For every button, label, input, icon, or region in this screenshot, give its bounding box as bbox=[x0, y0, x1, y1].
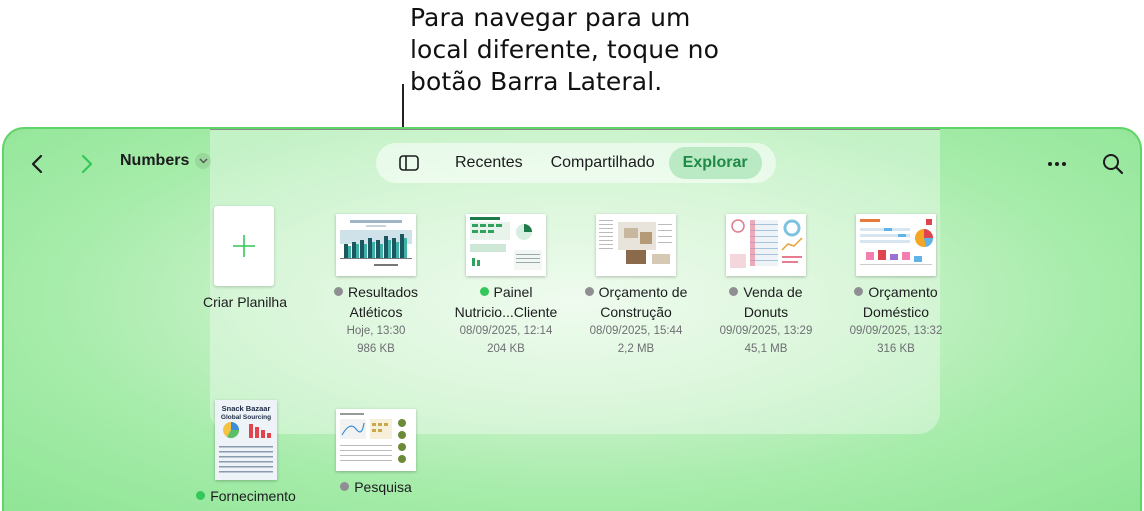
document-item[interactable]: Venda de Donuts 09/09/2025, 13:29 45,1 MB bbox=[701, 214, 831, 358]
document-date: 09/09/2025, 13:32 bbox=[849, 325, 943, 337]
document-title-line2: Donuts bbox=[743, 304, 789, 320]
tab-recentes[interactable]: Recentes bbox=[441, 147, 537, 179]
document-thumbnail: Snack Bazaar Global Sourcing bbox=[215, 400, 277, 480]
callout-text: Para navegar para um local diferente, to… bbox=[410, 3, 720, 96]
document-title: Painel bbox=[493, 284, 533, 300]
status-dot bbox=[479, 287, 489, 296]
document-title: Orçamento bbox=[868, 284, 938, 300]
status-dot bbox=[854, 287, 864, 296]
sidebar-button[interactable] bbox=[389, 148, 429, 178]
forward-button[interactable] bbox=[72, 149, 102, 179]
sidebar-icon bbox=[399, 155, 419, 171]
status-dot bbox=[584, 287, 594, 296]
back-button[interactable] bbox=[22, 149, 52, 179]
document-date: Hoje, 13:30 bbox=[346, 325, 406, 337]
chevron-left-icon bbox=[31, 154, 43, 174]
breadcrumb-label: Numbers bbox=[120, 152, 190, 169]
document-size: 204 KB bbox=[487, 343, 525, 355]
thumbnail-subtitle: Global Sourcing bbox=[221, 414, 271, 421]
document-item[interactable]: Painel Nutricio...Cliente 08/09/2025, 12:… bbox=[441, 214, 571, 358]
search-button[interactable] bbox=[1098, 149, 1128, 179]
document-thumbnail bbox=[336, 214, 416, 276]
more-icon bbox=[1048, 162, 1052, 166]
document-item[interactable]: Orçamento Doméstico 09/09/2025, 13:32 316… bbox=[831, 214, 961, 358]
document-thumbnail bbox=[466, 214, 546, 276]
document-date: 09/09/2025, 13:29 bbox=[719, 325, 813, 337]
document-date: 08/09/2025, 15:44 bbox=[589, 325, 683, 337]
document-title-line2: Construção bbox=[600, 304, 672, 320]
document-item[interactable]: Orçamento de Construção 08/09/2025, 15:44… bbox=[571, 214, 701, 358]
chevron-down-icon bbox=[195, 153, 212, 169]
tab-explorar[interactable]: Explorar bbox=[668, 147, 762, 179]
document-size: 45,1 MB bbox=[744, 343, 788, 355]
chevron-right-icon bbox=[81, 154, 93, 174]
document-title-line2: Nutricio...Cliente bbox=[454, 304, 558, 320]
document-item[interactable]: Resultados Atléticos Hoje, 13:30 986 KB bbox=[311, 214, 441, 358]
document-thumbnail bbox=[856, 214, 936, 276]
document-size: 986 KB bbox=[357, 343, 395, 355]
document-title: Fornecimento bbox=[210, 488, 296, 504]
breadcrumb[interactable]: Numbers bbox=[120, 152, 212, 170]
document-thumbnail bbox=[596, 214, 676, 276]
document-title-line2: Doméstico bbox=[862, 304, 930, 320]
document-title: Resultados bbox=[347, 284, 419, 300]
tab-compartilhado[interactable]: Compartilhado bbox=[537, 147, 669, 179]
search-icon bbox=[1103, 154, 1124, 175]
create-spreadsheet-button[interactable] bbox=[214, 206, 274, 286]
more-button[interactable] bbox=[1040, 149, 1074, 179]
status-dot bbox=[333, 287, 343, 296]
document-title: Orçamento de bbox=[598, 284, 688, 300]
document-title: Venda de bbox=[743, 284, 803, 300]
status-dot bbox=[196, 491, 206, 500]
status-dot bbox=[729, 287, 739, 296]
view-switcher: Recentes Compartilhado Explorar bbox=[376, 143, 776, 183]
thumbnail-title: Snack Bazaar bbox=[222, 404, 271, 413]
document-title-line2: Atléticos bbox=[349, 304, 403, 320]
create-spreadsheet-label: Criar Planilha bbox=[202, 294, 288, 310]
document-title: Pesquisa bbox=[354, 479, 412, 495]
document-date: 08/09/2025, 12:14 bbox=[459, 325, 553, 337]
document-thumbnail bbox=[726, 214, 806, 276]
document-size: 316 KB bbox=[877, 343, 915, 355]
document-size: 2,2 MB bbox=[617, 343, 655, 355]
document-thumbnail bbox=[336, 409, 416, 471]
plus-icon bbox=[233, 235, 255, 257]
document-item[interactable]: Snack Bazaar Global Sourcing Forneciment… bbox=[181, 400, 311, 506]
status-dot bbox=[340, 482, 350, 491]
document-item[interactable]: Pesquisa bbox=[311, 409, 441, 497]
